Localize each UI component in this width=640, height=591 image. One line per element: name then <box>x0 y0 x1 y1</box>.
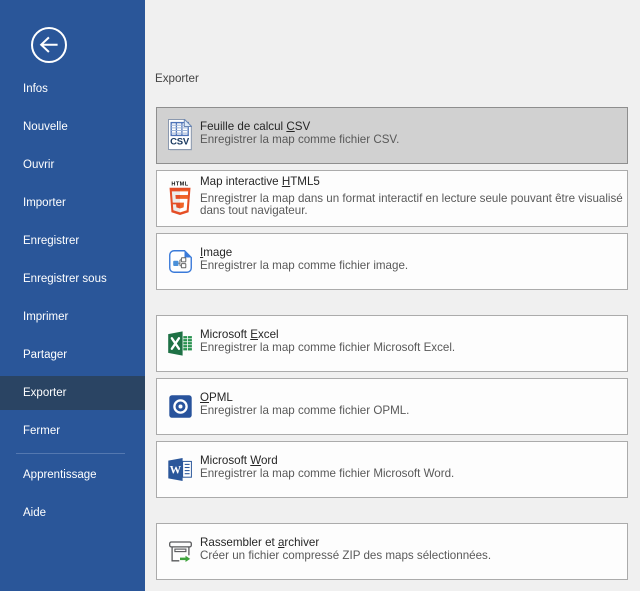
svg-text:HTML: HTML <box>171 182 188 188</box>
svg-text:W: W <box>170 465 182 477</box>
svg-text:CSV: CSV <box>170 137 190 148</box>
